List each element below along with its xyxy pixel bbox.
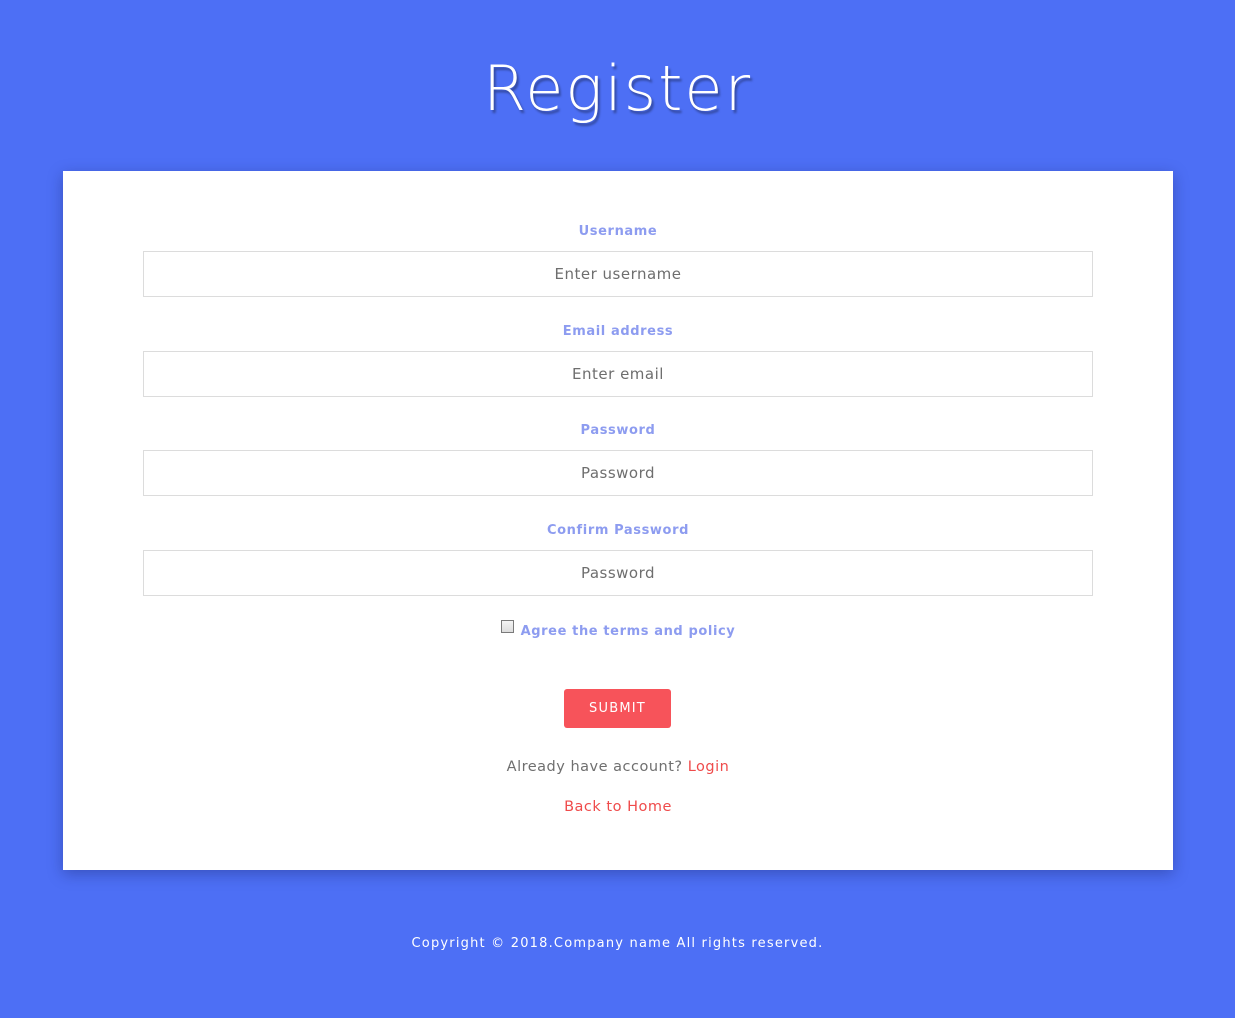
username-group: Username [143,223,1093,297]
password-input[interactable] [143,450,1093,496]
confirm-password-label: Confirm Password [546,523,689,538]
email-label: Email address [562,324,674,339]
password-group: Password [143,422,1093,496]
confirm-password-input[interactable] [143,550,1093,596]
footer-copyright: Copyright © 2018.Company name All rights… [411,936,824,951]
login-link[interactable]: Login [688,759,730,775]
home-row: Back to Home [63,796,1173,818]
agree-label[interactable]: Agree the terms and policy [521,624,736,639]
password-label: Password [580,423,656,438]
agree-row: Agree the terms and policy [63,620,1173,642]
email-input[interactable] [143,351,1093,397]
confirm-password-group: Confirm Password [143,522,1093,596]
login-row: Already have account? Login [63,756,1173,778]
agree-checkbox[interactable] [500,620,514,633]
username-input[interactable] [143,251,1093,297]
username-label: Username [578,224,658,239]
login-prompt: Already have account? [506,759,683,775]
submit-button[interactable]: SUBMIT [564,689,671,728]
page-title: Register [482,52,753,125]
back-to-home-link[interactable]: Back to Home [564,799,672,815]
email-group: Email address [143,323,1093,397]
register-card: Username Email address Password Confirm … [63,171,1173,870]
